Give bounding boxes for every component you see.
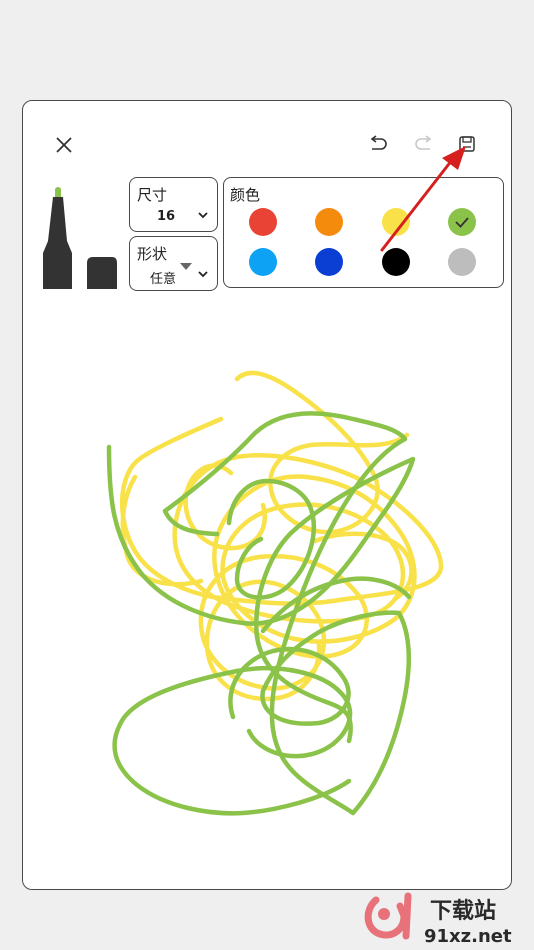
shape-value: 任意	[150, 272, 177, 287]
logo-mark-icon	[364, 892, 412, 940]
chevron-down-icon	[198, 271, 208, 278]
pen-tools	[43, 187, 117, 289]
watermark-brand: 下载站	[430, 898, 496, 924]
drawing-canvas[interactable]	[23, 301, 511, 889]
size-label: 尺寸	[137, 186, 168, 204]
color-swatch[interactable]	[315, 248, 343, 276]
shape-preview-icon	[180, 263, 192, 270]
shape-label: 形状	[137, 245, 168, 263]
color-swatch[interactable]	[315, 208, 343, 236]
eraser-icon[interactable]	[87, 257, 117, 289]
size-selector[interactable]: 尺寸 16	[129, 177, 218, 232]
size-value: 16	[157, 209, 176, 224]
watermark-url: 91xz.net	[424, 926, 512, 947]
chevron-down-icon	[198, 212, 208, 219]
color-swatch[interactable]	[249, 208, 277, 236]
color-swatch[interactable]	[249, 248, 277, 276]
marker-pen-icon[interactable]	[43, 187, 72, 289]
watermark-logo: 下载站 91xz.net	[364, 892, 512, 947]
annotation-arrow	[380, 146, 466, 252]
shape-selector[interactable]: 形状 任意	[129, 236, 218, 291]
colors-label: 颜色	[230, 186, 261, 204]
close-icon[interactable]	[53, 134, 75, 156]
